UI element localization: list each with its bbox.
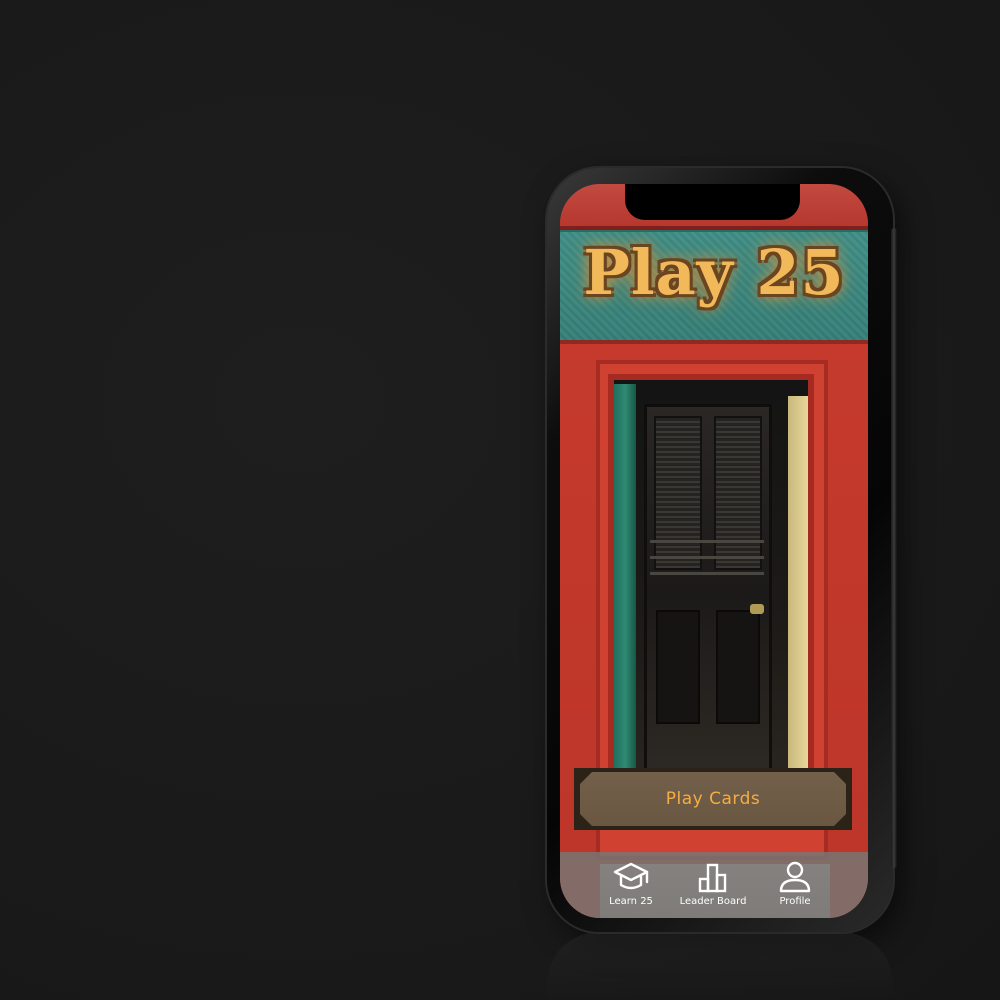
phone-notch xyxy=(625,184,800,220)
door-glass-pane-left xyxy=(654,416,702,570)
nav-label-learn: Learn 25 xyxy=(609,896,653,907)
play-cards-button-face: Play Cards xyxy=(580,772,846,826)
door-rail xyxy=(650,556,764,559)
door-rail xyxy=(650,540,764,543)
leaderboard-icon xyxy=(693,858,733,896)
black-door xyxy=(644,404,772,784)
door-lower-panel-left xyxy=(656,610,700,724)
nav-label-leaderboard: Leader Board xyxy=(679,896,747,907)
phone-reflection xyxy=(547,932,893,1000)
phone-mockup: Play 25 Play Cards Learn 25 Leader Board… xyxy=(547,168,897,932)
door-knob xyxy=(750,604,764,614)
app-screen: Play 25 Play Cards Learn 25 Leader Board… xyxy=(560,184,868,918)
teal-door xyxy=(614,384,636,784)
play-cards-button[interactable]: Play Cards xyxy=(574,768,852,830)
profile-icon xyxy=(775,858,815,896)
nav-label-profile: Profile xyxy=(779,896,811,907)
door-lower-panel-right xyxy=(716,610,760,724)
presentation-stage: Play 25 Play Cards Learn 25 Leader Board… xyxy=(0,0,1000,1000)
app-title: Play 25 xyxy=(583,236,845,309)
door-glass-pane-right xyxy=(714,416,762,570)
nav-item-learn[interactable]: Learn 25 xyxy=(586,858,676,914)
nav-item-leaderboard[interactable]: Leader Board xyxy=(668,858,758,914)
cream-wall-panel xyxy=(788,396,808,784)
bottom-nav: Learn 25 Leader Board Profile xyxy=(560,852,868,918)
door-rail xyxy=(650,572,764,575)
phone-side-edge xyxy=(891,228,897,868)
play-cards-label: Play Cards xyxy=(665,789,761,809)
graduation-cap-icon xyxy=(611,858,651,896)
nav-item-profile[interactable]: Profile xyxy=(750,858,840,914)
